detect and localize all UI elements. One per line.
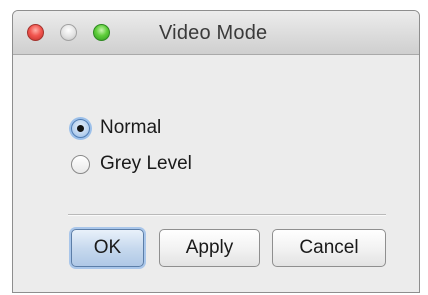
cancel-button[interactable]: Cancel xyxy=(272,229,386,267)
window-title: Video Mode xyxy=(159,22,268,44)
ok-button[interactable]: OK xyxy=(71,229,144,267)
minimize-window-icon[interactable] xyxy=(60,24,77,41)
radio-selected-dot xyxy=(77,124,84,132)
close-window-icon[interactable] xyxy=(27,24,44,41)
radio-label-grey-level: Grey Level xyxy=(100,153,192,174)
apply-button[interactable]: Apply xyxy=(159,229,260,267)
video-mode-radio-group: Normal Grey Level xyxy=(71,111,192,183)
radio-option-normal[interactable]: Normal xyxy=(71,111,192,145)
radio-label-normal: Normal xyxy=(100,117,162,138)
radio-button-normal[interactable] xyxy=(71,118,90,138)
zoom-window-icon[interactable] xyxy=(93,24,110,41)
title-bar[interactable]: Video Mode xyxy=(13,11,419,55)
radio-button-grey-level[interactable] xyxy=(71,154,90,174)
separator-line xyxy=(68,214,386,216)
radio-option-grey-level[interactable]: Grey Level xyxy=(71,147,192,181)
video-mode-dialog: Video Mode Normal Grey Level OK Apply Ca… xyxy=(12,10,420,293)
